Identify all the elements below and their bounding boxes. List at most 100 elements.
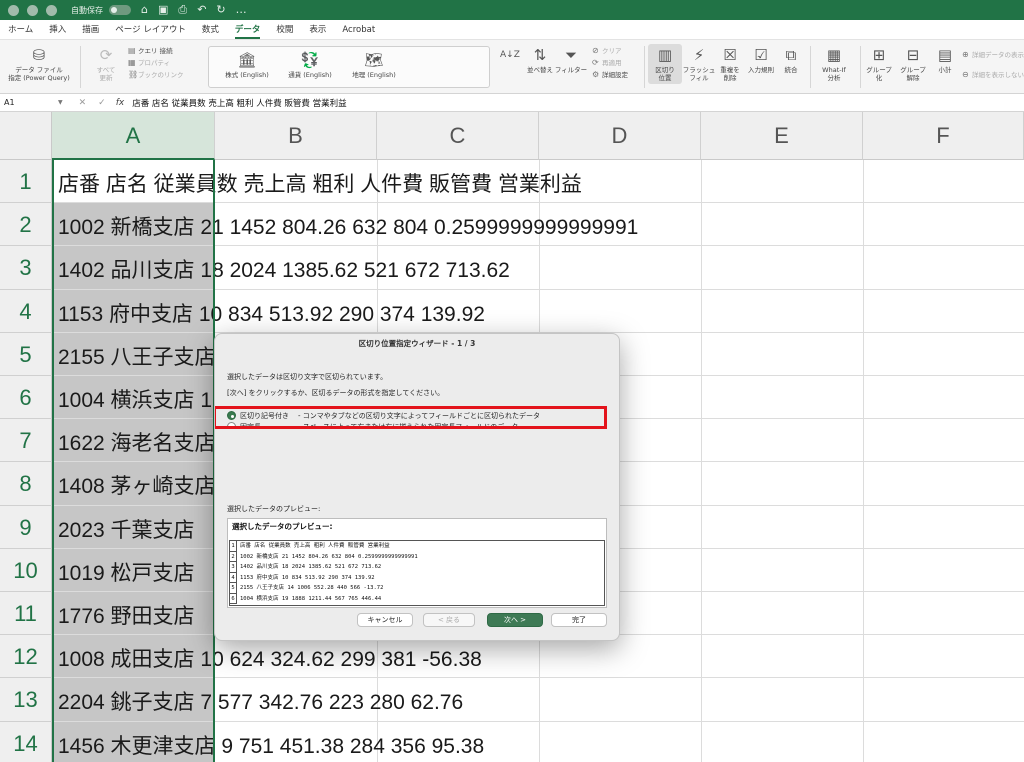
column-header-a[interactable]: A [52, 112, 215, 160]
autosave-toggle[interactable] [109, 5, 131, 15]
window-titlebar: 自動保存 ⌂ ▣ ⎙ ↶ ↻ … [0, 0, 1024, 20]
home-icon[interactable]: ⌂ [141, 0, 148, 20]
clear-filter-button[interactable]: ⊘ クリア [592, 46, 622, 56]
preview-row-text: 1153 府中支店 10 834 513.92 290 374 139.92 [240, 574, 375, 581]
text-to-columns-label-2: 位置 [658, 74, 672, 82]
tab-review[interactable]: 校閲 [276, 20, 293, 40]
cancel-entry-icon[interactable]: ✕ [79, 98, 87, 108]
confirm-entry-icon[interactable]: ✓ [98, 98, 106, 108]
row-header[interactable]: 3 [0, 246, 52, 290]
advanced-filter-button[interactable]: ⚙ 詳細設定 [592, 70, 628, 80]
zoom-window-button[interactable] [46, 4, 57, 16]
row-header[interactable]: 5 [0, 332, 52, 376]
sort-az-button[interactable]: A↓Z [500, 46, 520, 66]
column-header-e[interactable]: E [701, 112, 863, 160]
preview-row-text: 1002 新橋支店 21 1452 804.26 632 804 0.25999… [240, 553, 418, 560]
undo-icon[interactable]: ↶ [197, 0, 206, 20]
show-detail-button[interactable]: ⊕ 詳細データの表示 [962, 50, 1024, 60]
what-if-button[interactable]: ▦ What-If 分析 [814, 46, 854, 82]
hide-detail-button[interactable]: ⊖ 詳細を表示しない [962, 70, 1024, 80]
next-button[interactable]: 次へ > [487, 613, 543, 627]
column-header-d[interactable]: D [539, 112, 701, 160]
get-data-label-1: データ ファイル [15, 66, 63, 74]
preview-table[interactable]: 1 店番 店名 従業員数 売上高 粗利 人件費 販管費 営業利益 2 1002 新橋支… [229, 540, 605, 606]
ribbon-data: ⛁ データ ファイル 指定 (Power Query) ⟳ すべて 更新 ▤ クエ… [0, 40, 1024, 94]
remove-duplicates-button[interactable]: ☒ 重複を 削除 [716, 46, 744, 82]
row-header[interactable]: 7 [0, 419, 52, 463]
selected-column-border [52, 160, 215, 762]
back-button[interactable]: < 戻る [423, 613, 475, 627]
chevron-down-icon[interactable]: ▼ [58, 99, 63, 106]
insert-function-button[interactable]: fx [116, 98, 125, 108]
stocks-button[interactable]: 🏛 株式 (English) [217, 51, 277, 79]
row-header[interactable]: 2 [0, 203, 52, 247]
tab-view[interactable]: 表示 [309, 20, 326, 40]
data-validation-icon: ☑ [754, 46, 768, 64]
formula-input[interactable]: 店番 店名 従業員数 売上高 粗利 人件費 販管費 営業利益 [132, 97, 346, 109]
geography-button[interactable]: 🗺 地理 (English) [343, 51, 405, 79]
red-highlight-box [215, 406, 607, 429]
ungroup-button[interactable]: ⊟ グループ 解除 [898, 46, 928, 82]
more-commands-icon[interactable]: … [236, 0, 247, 20]
save-icon[interactable]: ▣ [158, 0, 168, 20]
tab-data[interactable]: データ [234, 20, 260, 40]
data-validation-button[interactable]: ☑ 入力規則 [744, 46, 778, 74]
print-icon[interactable]: ⎙ [178, 0, 187, 20]
flash-fill-button[interactable]: ⚡ フラッシュ フィル [682, 46, 716, 82]
filter-label: フィルター [554, 66, 588, 74]
preview-row-number: 4 [230, 572, 237, 583]
redo-icon[interactable]: ↻ [216, 0, 225, 20]
preview-row: 5 2155 八王子支店 14 1006 552.28 440 566 -13.7… [230, 583, 604, 594]
group-button[interactable]: ⊞ グループ 化 [864, 46, 894, 82]
reapply-label: 再適用 [602, 59, 622, 67]
cancel-button[interactable]: キャンセル [357, 613, 413, 627]
minimize-window-button[interactable] [27, 4, 38, 16]
sort-button[interactable]: ⇅ 並べ替え [522, 46, 558, 74]
reapply-button[interactable]: ⟳ 再適用 [592, 58, 622, 68]
group-label-1: グループ [866, 66, 892, 74]
properties-button[interactable]: ▦ プロパティ [128, 58, 170, 68]
row-header[interactable]: 14 [0, 721, 52, 762]
finish-button[interactable]: 完了 [551, 613, 607, 627]
flash-fill-icon: ⚡ [693, 46, 705, 64]
row-header[interactable]: 9 [0, 505, 52, 549]
currencies-button[interactable]: 💱 通貨 (English) [279, 51, 341, 79]
row-header[interactable]: 1 [0, 160, 52, 204]
get-data-button[interactable]: ⛁ データ ファイル 指定 (Power Query) [4, 46, 74, 82]
subtotal-icon: ▤ [937, 46, 953, 64]
row-header[interactable]: 8 [0, 462, 52, 506]
row-header[interactable]: 12 [0, 635, 52, 679]
column-header-f[interactable]: F [863, 112, 1024, 160]
consolidate-button[interactable]: ⧉ 統合 [778, 46, 804, 74]
text-to-columns-button[interactable]: ▥ 区切り 位置 [648, 44, 682, 84]
row-header[interactable]: 11 [0, 592, 52, 636]
sort-label: 並べ替え [527, 66, 553, 74]
row-header[interactable]: 10 [0, 548, 52, 592]
name-box[interactable]: A1 [0, 96, 58, 110]
column-header-b[interactable]: B [215, 112, 377, 160]
row-header[interactable]: 6 [0, 376, 52, 420]
preview-heading: 選択したデータのプレビュー: [232, 522, 333, 531]
whatif-label-2: 分析 [827, 74, 841, 82]
filter-button[interactable]: ⏷ フィルター [554, 46, 588, 74]
remove-dup-label-2: 削除 [723, 74, 737, 82]
clear-label: クリア [602, 47, 622, 55]
tab-draw[interactable]: 描画 [82, 20, 99, 40]
tab-insert[interactable]: 挿入 [49, 20, 66, 40]
workbook-links-button[interactable]: ⛓ブックのリンク [128, 70, 184, 80]
column-header-c[interactable]: C [377, 112, 539, 160]
subtotal-button[interactable]: ▤ 小計 [932, 46, 958, 74]
tab-acrobat[interactable]: Acrobat [342, 20, 375, 40]
queries-connections-button[interactable]: ▤ クエリ 接続 [128, 46, 173, 56]
row-header[interactable]: 13 [0, 678, 52, 722]
select-all-corner[interactable] [0, 112, 52, 160]
text-to-columns-label-1: 区切り [655, 66, 675, 74]
tab-formulas[interactable]: 数式 [202, 20, 219, 40]
row-header[interactable]: 4 [0, 289, 52, 333]
refresh-all-button[interactable]: ⟳ すべて 更新 [88, 46, 124, 82]
close-window-button[interactable] [8, 4, 19, 16]
tab-page-layout[interactable]: ページ レイアウト [115, 20, 186, 40]
workbook-links-label: ブックのリンク [138, 71, 184, 79]
tab-home[interactable]: ホーム [8, 20, 33, 40]
text-to-columns-wizard-dialog: 区切り位置指定ウィザード - 1 / 3 選択したデータは区切り文字で区切られて… [214, 333, 620, 641]
